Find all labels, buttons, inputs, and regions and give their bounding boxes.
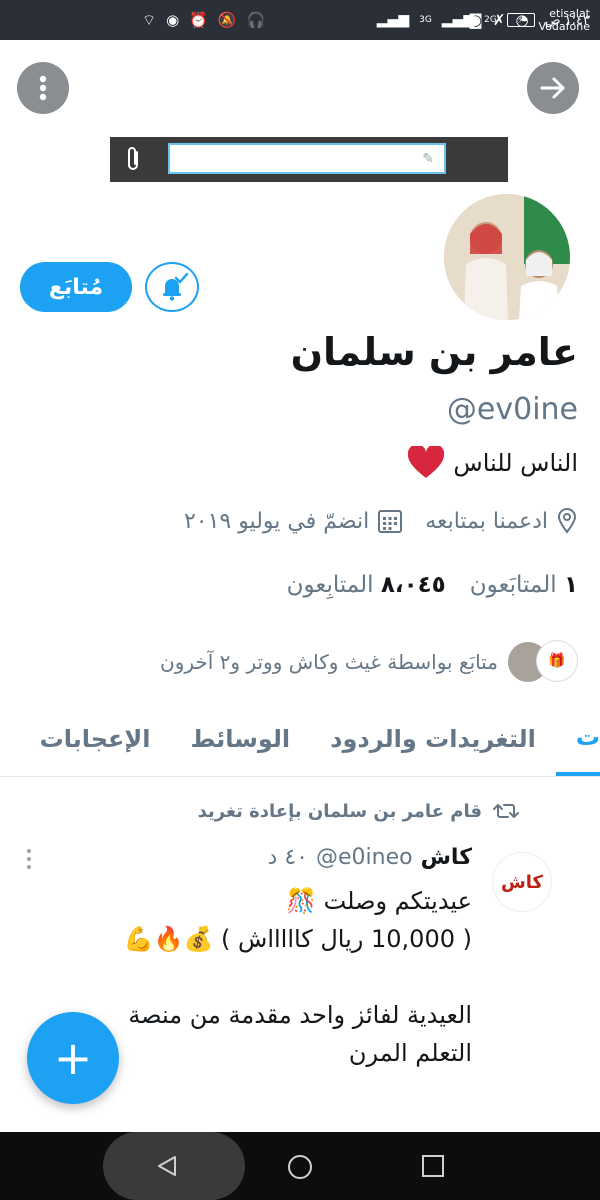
tweet-line: عيديتكم وصلت 🎊: [286, 887, 472, 915]
location-text[interactable]: ادعمنا بمتابعه: [425, 509, 548, 534]
following-label: مُتابَع: [48, 274, 104, 300]
tab-media[interactable]: الوسائط: [171, 702, 311, 776]
compose-tweet-button[interactable]: +: [27, 1012, 119, 1104]
followers-count: ٨،٠٤٥: [380, 572, 446, 598]
calendar-icon: [378, 510, 403, 533]
profile-bio: الناس للناس: [407, 446, 578, 480]
followers-count-link[interactable]: ٨،٠٤٥ المتابِعون: [287, 572, 446, 598]
tweet-author-handle: @e0ineo: [315, 845, 413, 870]
profile-meta: ادعمنا بمتابعه انضمّ في يوليو ٢٠١٩: [184, 508, 578, 534]
tweet-author-name[interactable]: كاش: [421, 845, 472, 870]
tweet-line: ( 10,000 ريال كاااااش ) 💰🔥💪: [123, 925, 472, 953]
following-count-label: المتابَعون: [469, 572, 557, 598]
tweet-time: ٤٠ د: [267, 845, 308, 870]
system-nav-bar: [0, 1132, 600, 1200]
arrow-right-icon: [540, 77, 565, 99]
tab-tweets[interactable]: ت: [555, 702, 600, 776]
followed-by-avatars: 🎁: [506, 640, 578, 684]
joined-text: انضمّ في يوليو ٢٠١٩: [183, 508, 370, 534]
profile-avatar[interactable]: [442, 192, 572, 322]
missed-call-icon: ✗: [492, 11, 506, 29]
wifi-icon: ⌔: [142, 10, 157, 29]
bell-check-icon: [163, 272, 189, 301]
game-icon: ◙: [468, 11, 483, 29]
search-input[interactable]: ✎: [168, 143, 446, 174]
headset-icon: 🎧: [246, 11, 266, 29]
following-count-link[interactable]: ١ المتابَعون: [470, 572, 578, 598]
tweet-avatar[interactable]: كاش: [492, 852, 552, 912]
tweet-header: كاش @e0ineo ٤٠ د: [268, 845, 472, 870]
tweet-more-icon[interactable]: [26, 848, 32, 870]
retweet-text: قام عامر بن سلمان بإعادة تغريد: [197, 800, 482, 822]
followers-count-label: المتابِعون: [286, 572, 374, 598]
followed-by[interactable]: 🎁 متابَع بواسطة غيث وكاش ووتر و٢ آخرون: [160, 640, 578, 684]
eye-icon: ◉: [166, 11, 180, 29]
heart-icon: [408, 446, 445, 478]
carrier-etisalat: etisalat: [549, 7, 590, 20]
status-bar: ▂▄▆ 3G ▂▄▆ 2G ⚡ ١:٤٣ ص ⌔ ◉ ⏰ 🔕 🎧 ◙ ✗ ◔ e…: [0, 0, 600, 40]
status-notifications: ◙ ✗ ◔ etisalat Vodafone: [468, 0, 590, 40]
avatar-image: [444, 194, 570, 320]
carrier-vodafone: Vodafone: [538, 20, 590, 33]
followed-by-text: متابَع بواسطة غيث وكاش ووتر و٢ آخرون: [160, 650, 498, 674]
following-button[interactable]: مُتابَع: [20, 262, 132, 312]
retweet-icon: [493, 804, 519, 818]
signal-icon: ▂▄▆: [376, 12, 410, 28]
alarm-icon: ⏰: [189, 11, 208, 29]
follow-counts: ١ المتابَعون ٨،٠٤٥ المتابِعون: [287, 572, 578, 598]
more-options-button[interactable]: [17, 62, 69, 114]
mute-icon: 🔕: [217, 11, 237, 29]
paperclip-icon[interactable]: [124, 145, 142, 173]
profile-tabs: ت التغريدات والردود الوسائط الإعجابات: [0, 702, 600, 777]
joined-item: انضمّ في يوليو ٢٠١٩: [184, 508, 403, 534]
location-pin-icon: [557, 508, 577, 534]
more-vertical-icon: [39, 75, 47, 101]
back-icon[interactable]: [155, 1154, 179, 1178]
forward-button[interactable]: [527, 62, 579, 114]
bio-text: الناس للناس: [453, 449, 578, 477]
network-3g: 3G: [419, 15, 432, 25]
attachment-bar: ✎: [110, 137, 508, 182]
following-count: ١: [563, 572, 578, 598]
profile-name: عامر بن سلمان: [290, 330, 578, 374]
carrier-names: etisalat Vodafone: [539, 7, 590, 33]
chat-icon: ✎: [422, 150, 434, 167]
tweet-blank-line: [12, 958, 472, 996]
plus-icon: +: [53, 1031, 93, 1085]
home-icon[interactable]: [286, 1153, 314, 1181]
notifications-bell-button[interactable]: [145, 262, 199, 312]
mini-avatar: 🎁: [536, 640, 578, 682]
tweet-avatar-text: كاش: [500, 871, 544, 893]
location-item: ادعمنا بمتابعه: [425, 508, 578, 534]
status-icons: ⌔ ◉ ⏰ 🔕 🎧: [142, 0, 265, 40]
recents-icon[interactable]: [421, 1154, 445, 1178]
tab-likes[interactable]: الإعجابات: [20, 702, 171, 776]
tab-tweets-replies[interactable]: التغريدات والردود: [310, 702, 556, 776]
messenger-icon: ◔: [515, 11, 529, 29]
retweet-indicator: قام عامر بن سلمان بإعادة تغريد: [198, 800, 520, 822]
profile-handle: @ev0ine: [446, 392, 578, 427]
